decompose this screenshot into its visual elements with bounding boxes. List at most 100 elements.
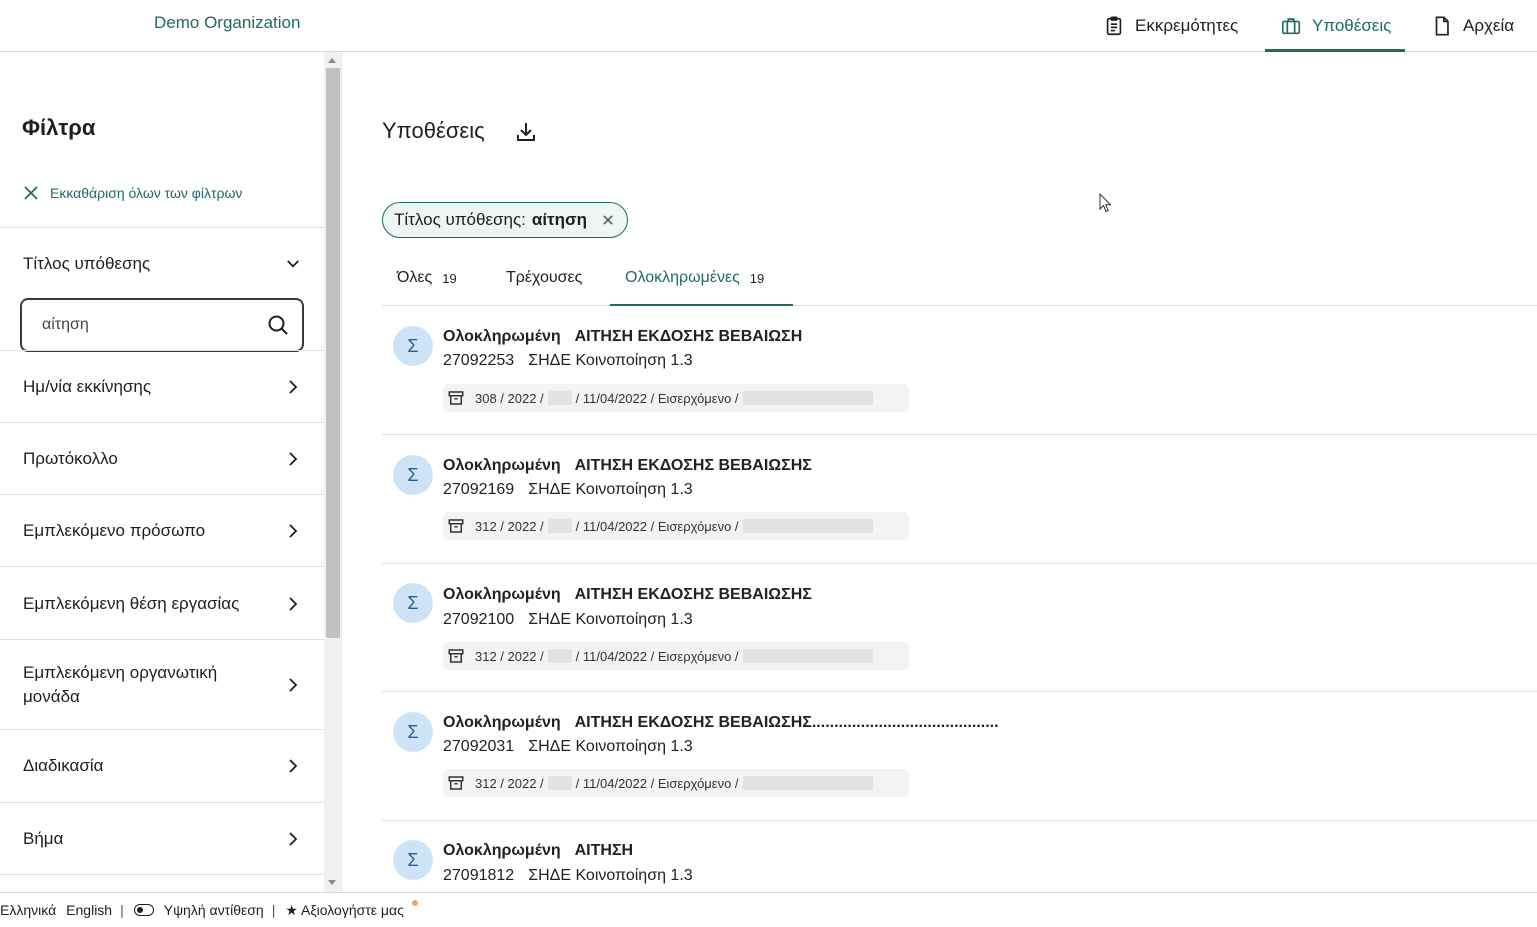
notification-dot xyxy=(412,900,418,906)
filter-protocol[interactable]: Πρωτόκολλο xyxy=(0,424,324,494)
high-contrast-toggle[interactable]: Υψηλή αντίθεση xyxy=(164,902,264,918)
case-process: ΣΗΔΕ Κοινοποίηση 1.3 xyxy=(528,867,693,884)
lang-greek-link[interactable]: Ελληνικά xyxy=(0,902,56,918)
case-info-line: 27092100 ΣΗΔΕ Κοινοποίηση 1.3 xyxy=(443,611,693,629)
sidebar-scrollbar-thumb[interactable] xyxy=(326,68,340,638)
archive-icon xyxy=(448,391,464,405)
download-icon[interactable] xyxy=(514,120,538,144)
tab-current-label: Τρέχουσες xyxy=(506,269,583,286)
case-avatar: Σ xyxy=(393,840,433,880)
case-process: ΣΗΔΕ Κοινοποίηση 1.3 xyxy=(528,352,693,369)
case-info-line: 27092253 ΣΗΔΕ Κοινοποίηση 1.3 xyxy=(443,352,693,370)
nav-files[interactable]: Αρχεία xyxy=(1431,0,1514,52)
case-status: Ολοκληρωμένη xyxy=(443,714,561,731)
search-icon[interactable] xyxy=(266,313,290,337)
case-title: ΑΙΤΗΣΗ ΕΚΔΟΣΗΣ ΒΕΒΑΙΩΣΗΣ xyxy=(574,586,812,603)
divider xyxy=(0,227,324,228)
case-title-line: Ολοκληρωμένη ΑΙΤΗΣΗ xyxy=(443,842,633,860)
case-info-line: 27092169 ΣΗΔΕ Κοινοποίηση 1.3 xyxy=(443,481,693,499)
status-tabs: Όλες 19 Τρέχουσες Ολοκληρωμένες 19 xyxy=(382,250,1537,306)
divider xyxy=(0,350,324,351)
nav-cases[interactable]: Υποθέσεις xyxy=(1280,0,1391,52)
briefcase-icon xyxy=(1281,18,1301,35)
filter-involved-unit-label: Εμπλεκόμενη οργανωτική μονάδα xyxy=(23,663,218,706)
filter-procedure-label: Διαδικασία xyxy=(23,756,104,775)
case-status: Ολοκληρωμένη xyxy=(443,842,561,859)
tab-all-label: Όλες xyxy=(397,269,433,286)
chevron-right-icon xyxy=(289,832,298,846)
scroll-up-icon[interactable] xyxy=(328,58,336,63)
case-avatar: Σ xyxy=(393,583,433,623)
divider xyxy=(0,566,324,567)
case-avatar: Σ xyxy=(393,455,433,495)
redacted-block xyxy=(742,391,873,405)
nav-cases-label: Υποθέσεις xyxy=(1312,16,1392,35)
tab-completed[interactable]: Ολοκληρωμένες 19 xyxy=(625,250,764,306)
tab-completed-label: Ολοκληρωμένες xyxy=(625,269,740,286)
meta-protocol: 312 / 2022 / xyxy=(475,518,544,534)
case-protocol-meta: 312 / 2022 / / 11/04/2022 / Εισερχόμενο … xyxy=(443,512,909,540)
filter-case-title[interactable]: Τίτλος υπόθεσης xyxy=(0,240,324,288)
case-list-item[interactable]: Σ Ολοκληρωμένη ΑΙΤΗΣΗ ΕΚΔΟΣΗΣ ΒΕΒΑΙΩΣΗΣ 2… xyxy=(382,563,1537,692)
filter-start-date[interactable]: Ημ/νία εκκίνησης xyxy=(0,352,324,422)
redacted-block xyxy=(742,649,873,663)
case-status: Ολοκληρωμένη xyxy=(443,328,561,345)
close-icon xyxy=(24,186,38,200)
clear-all-filters-button[interactable]: Εκκαθάριση όλων των φίλτρων xyxy=(22,184,242,202)
meta-protocol: 312 / 2022 / xyxy=(475,775,544,791)
tab-completed-count: 19 xyxy=(749,270,765,286)
nav-pending[interactable]: Εκκρεμότητες xyxy=(1103,0,1238,52)
case-title-search-input[interactable] xyxy=(42,316,266,334)
filters-title: Φίλτρα xyxy=(22,115,96,140)
top-bar: Demo Organization Εκκρεμότητες Υποθέσεις… xyxy=(0,0,1537,52)
filter-protocol-label: Πρωτόκολλο xyxy=(23,449,118,468)
divider xyxy=(0,494,324,495)
case-list-item[interactable]: Σ Ολοκληρωμένη ΑΙΤΗΣΗ 27091812 ΣΗΔΕ Κοινοπ… xyxy=(382,820,1537,892)
chevron-right-icon xyxy=(289,524,298,538)
case-title-line: Ολοκληρωμένη ΑΙΤΗΣΗ ΕΚΔΟΣΗΣ ΒΕΒΑΙΩΣΗΣ xyxy=(443,586,812,604)
case-title: ΑΙΤΗΣΗ ΕΚΔΟΣΗΣ ΒΕΒΑΙΩΣΗΣ................… xyxy=(574,714,999,731)
meta-details: / 11/04/2022 / Εισερχόμενο / xyxy=(575,518,739,534)
organization-name[interactable]: Demo Organization xyxy=(154,13,300,33)
case-list-item[interactable]: Σ Ολοκληρωμένη ΑΙΤΗΣΗ ΕΚΔΟΣΗΣ ΒΕΒΑΙΩΣΗ 27… xyxy=(382,306,1537,435)
case-process: ΣΗΔΕ Κοινοποίηση 1.3 xyxy=(528,611,693,628)
chevron-right-icon xyxy=(289,452,298,466)
filters-sidebar: Φίλτρα Εκκαθάριση όλων των φίλτρων Τίτλο… xyxy=(0,52,324,892)
filter-involved-person-label: Εμπλεκόμενο πρόσωπο xyxy=(23,521,206,540)
tab-all-count: 19 xyxy=(442,270,457,286)
filter-involved-position[interactable]: Εμπλεκόμενη θέση εργασίας xyxy=(0,568,324,640)
chevron-right-icon xyxy=(289,597,298,611)
meta-details: / 11/04/2022 / Εισερχόμενο / xyxy=(575,390,739,406)
chevron-down-icon xyxy=(287,260,299,268)
case-title: ΑΙΤΗΣΗ ΕΚΔΟΣΗΣ ΒΕΒΑΙΩΣΗΣ xyxy=(574,457,812,474)
filter-procedure[interactable]: Διαδικασία xyxy=(0,731,324,801)
lang-english-link[interactable]: English xyxy=(66,902,112,918)
tab-all[interactable]: Όλες 19 xyxy=(397,250,457,306)
cases-main: Υποθέσεις Τίτλος υπόθεσης: αίτηση Όλες 1… xyxy=(342,52,1537,892)
case-list-item[interactable]: Σ Ολοκληρωμένη ΑΙΤΗΣΗ ΕΚΔΟΣΗΣ ΒΕΒΑΙΩΣΗΣ 2… xyxy=(382,435,1537,564)
remove-filter-icon[interactable] xyxy=(601,213,615,227)
page-title: Υποθέσεις xyxy=(382,118,485,143)
case-list-item[interactable]: Σ Ολοκληρωμένη ΑΙΤΗΣΗ ΕΚΔΟΣΗΣ ΒΕΒΑΙΩΣΗΣ..… xyxy=(382,692,1537,821)
rate-us-link[interactable]: ★ Αξιολογήστε μας xyxy=(285,902,403,919)
case-process: ΣΗΔΕ Κοινοποίηση 1.3 xyxy=(528,481,693,498)
separator: | xyxy=(271,902,276,918)
case-title-search xyxy=(20,298,304,352)
chevron-right-icon xyxy=(289,759,298,773)
document-icon xyxy=(1435,16,1449,36)
filter-involved-unit[interactable]: Εμπλεκόμενη οργανωτική μονάδα xyxy=(0,641,324,729)
filter-step[interactable]: Βήμα xyxy=(0,804,324,874)
case-number: 27092253 xyxy=(443,352,515,369)
case-status: Ολοκληρωμένη xyxy=(443,586,561,603)
separator: | xyxy=(120,902,124,918)
chevron-right-icon xyxy=(289,380,298,394)
filter-involved-person[interactable]: Εμπλεκόμενο πρόσωπο xyxy=(0,496,324,566)
meta-details: / 11/04/2022 / Εισερχόμενο / xyxy=(575,648,739,664)
toggle-icon[interactable] xyxy=(133,904,154,916)
scroll-down-icon[interactable] xyxy=(328,880,336,885)
chip-value: αίτηση xyxy=(531,210,588,229)
filter-step-label: Βήμα xyxy=(23,829,64,848)
tab-current[interactable]: Τρέχουσες xyxy=(506,250,582,306)
clear-all-label: Εκκαθάριση όλων των φίλτρων xyxy=(50,185,243,201)
meta-protocol: 308 / 2022 / xyxy=(475,390,544,406)
